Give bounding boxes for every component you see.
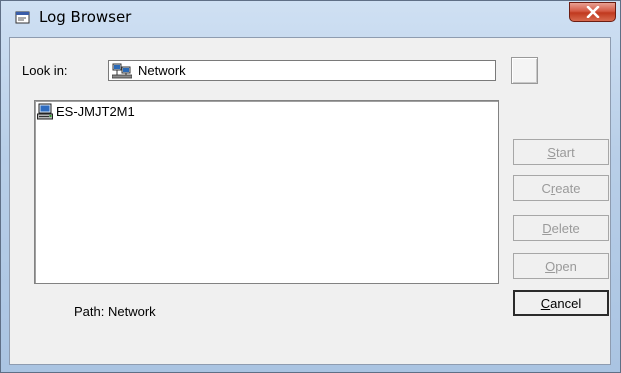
computer-icon [37, 103, 53, 120]
open-button[interactable]: Open [513, 253, 609, 279]
start-button[interactable]: Start [513, 139, 609, 165]
delete-button-mnemonic: D [542, 220, 552, 236]
open-button-label: pen [555, 258, 577, 274]
create-button-label: eate [555, 180, 581, 196]
log-browser-window: Log Browser Look in: Network ES-JMJT2M1 … [0, 0, 621, 373]
look-in-label: Look in: [22, 63, 68, 78]
create-button[interactable]: Cr eate [513, 175, 609, 201]
start-button-label: tart [555, 144, 575, 160]
network-icon [112, 63, 132, 79]
browse-button[interactable] [511, 57, 538, 84]
cancel-button-label: ancel [550, 295, 582, 311]
start-button-mnemonic: S [547, 144, 556, 160]
close-button[interactable] [569, 2, 616, 22]
cancel-button-mnemonic: C [540, 295, 551, 311]
look-in-value: Network [138, 63, 186, 78]
close-icon [586, 6, 599, 18]
title-bar[interactable]: Log Browser [1, 1, 620, 35]
app-icon [15, 11, 30, 24]
create-button-label-start: C [541, 180, 551, 196]
delete-button-label: elete [551, 220, 580, 236]
cancel-button[interactable]: Cancel [513, 290, 609, 316]
dialog-client-area: Look in: Network ES-JMJT2M1 S tart C r e… [9, 37, 611, 365]
look-in-field[interactable]: Network [108, 60, 496, 81]
log-list[interactable]: ES-JMJT2M1 [34, 100, 499, 284]
list-item-label: ES-JMJT2M1 [56, 104, 135, 119]
path-label: Path: Network [74, 304, 156, 319]
delete-button[interactable]: Delete [513, 215, 609, 241]
window-title: Log Browser [39, 8, 132, 26]
open-button-mnemonic: O [545, 258, 556, 274]
